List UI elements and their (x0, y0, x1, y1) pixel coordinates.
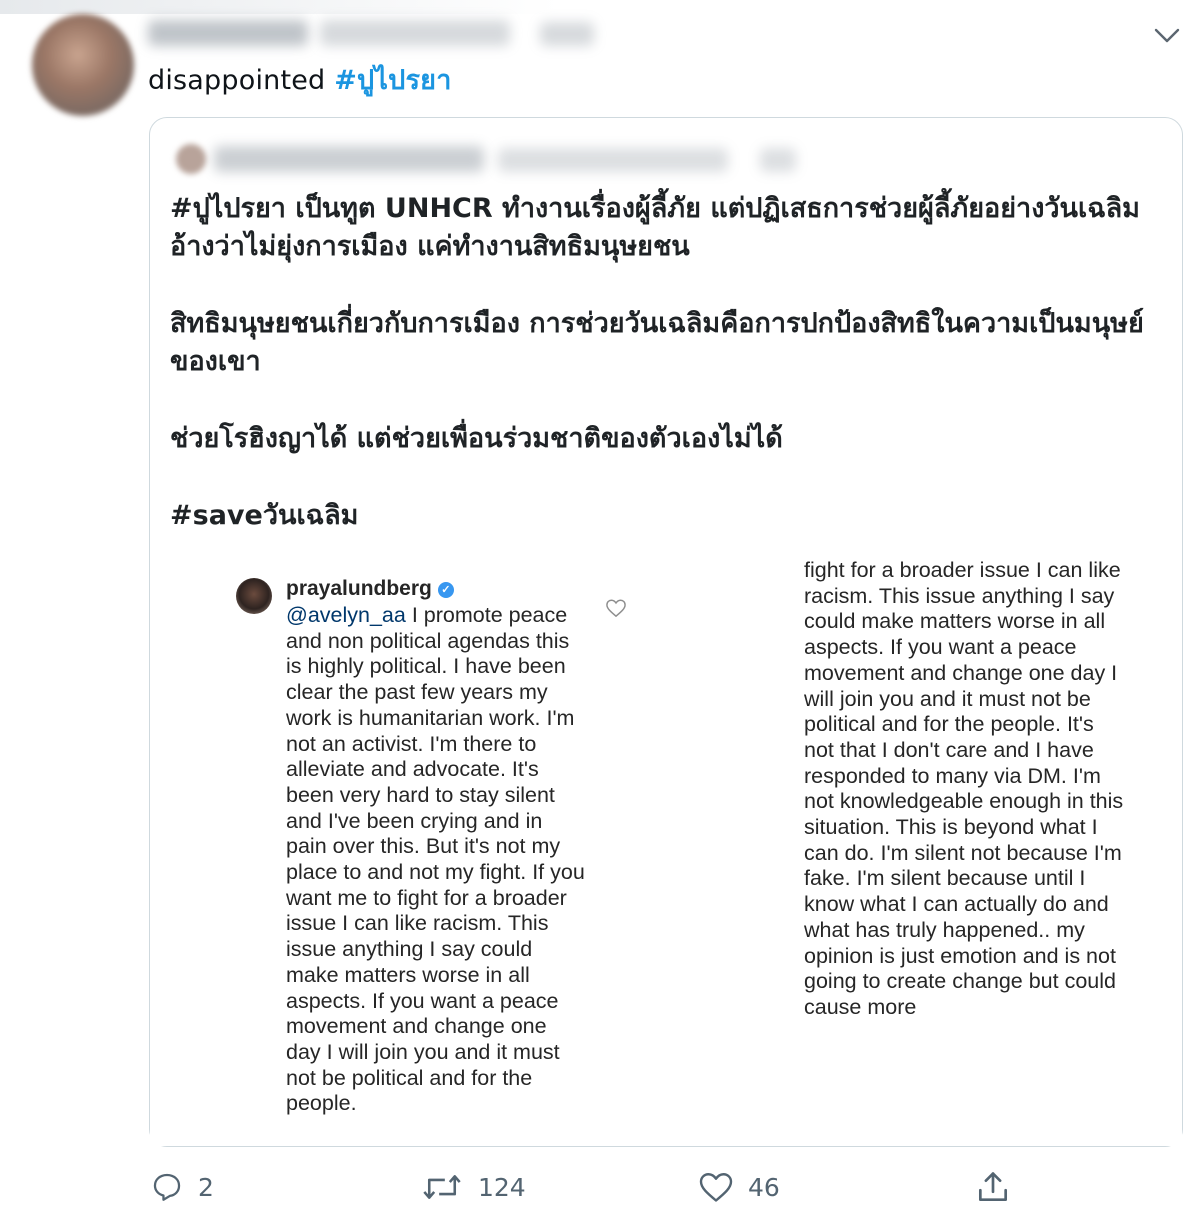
reply-icon (153, 1173, 181, 1201)
instagram-comment-left: @avelyn_aa I promote peace and non polit… (286, 603, 585, 1116)
quoted-author-avatar (176, 144, 206, 174)
reply-count: 2 (198, 1172, 214, 1202)
share-button[interactable] (974, 1168, 1012, 1206)
quoted-paragraph: ช่วยโรฮิงญาได้ แต่ช่วยเพื่อนร่วมชาติของต… (170, 423, 783, 454)
instagram-avatar (236, 578, 272, 614)
verified-icon: ✓ (437, 582, 454, 598)
quoted-tweet-text: #ปูไปรยา เป็นทูต UNHCR ทำงานเรื่องผู้ลี้… (170, 190, 1160, 574)
heart-icon (606, 599, 626, 618)
quoted-author-handle-redacted (498, 148, 728, 172)
reply-button[interactable]: 2 (150, 1170, 214, 1204)
quoted-paragraph: #ปูไปรยา เป็นทูต UNHCR ทำงานเรื่องผู้ลี้… (170, 193, 1140, 262)
top-divider (0, 0, 560, 14)
hashtag-link[interactable]: #ปูไปรยา (334, 65, 451, 96)
quoted-timestamp-redacted (760, 148, 796, 172)
timestamp-redacted (540, 22, 594, 46)
author-name-redacted (148, 20, 308, 46)
instagram-username: prayalundberg ✓ (286, 577, 454, 601)
quoted-author-name-redacted (214, 146, 484, 172)
tweet-body: disappointed (148, 65, 326, 96)
tweet-text: disappointed #ปูไปรยา (148, 58, 452, 101)
share-icon (978, 1172, 1008, 1202)
instagram-mention: @avelyn_aa (286, 603, 406, 627)
author-avatar[interactable] (32, 14, 134, 116)
retweet-count: 124 (478, 1172, 526, 1202)
quoted-hashtag[interactable]: #saveวันเฉลิม (170, 497, 1160, 535)
author-handle-redacted (320, 20, 510, 46)
retweet-button[interactable]: 124 (420, 1170, 526, 1204)
quoted-paragraph: สิทธิมนุษยชนเกี่ยวกับการเมือง การช่วยวัน… (170, 308, 1144, 377)
retweet-icon (423, 1175, 461, 1199)
tweet-actions: 2 124 46 (0, 1166, 1200, 1216)
like-button[interactable]: 46 (698, 1170, 780, 1204)
attached-image[interactable]: prayalundberg ✓ @avelyn_aa I promote peac… (150, 560, 1182, 1146)
like-icon (699, 1173, 733, 1202)
instagram-comment-right: fight for a broader issue I can like rac… (804, 560, 1124, 1019)
like-count: 46 (748, 1172, 780, 1202)
chevron-down-icon[interactable] (1150, 22, 1184, 50)
